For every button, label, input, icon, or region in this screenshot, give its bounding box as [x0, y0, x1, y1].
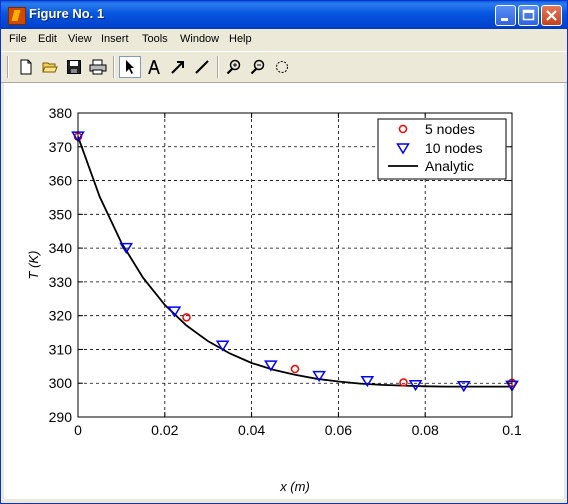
- new-file-icon: [20, 59, 32, 75]
- y-tick-label: 310: [49, 341, 73, 357]
- edit-plot-button[interactable]: [119, 56, 141, 78]
- toolbar: [1, 51, 567, 83]
- zoom-in-button[interactable]: [223, 56, 245, 78]
- x-tick-label: 0.1: [502, 422, 522, 438]
- rotate-3d-icon: [276, 61, 288, 73]
- y-tick-label: 340: [49, 240, 73, 256]
- open-file-button[interactable]: [39, 56, 61, 78]
- insert-arrow-button[interactable]: [167, 56, 189, 78]
- zoom-out-icon: [250, 59, 265, 75]
- close-icon: [546, 10, 557, 21]
- print-button[interactable]: [87, 56, 109, 78]
- title-bar[interactable]: Figure No. 1: [1, 1, 567, 29]
- toolbar-separator: [7, 56, 9, 78]
- legend-5-nodes-label: 5 nodes: [425, 121, 475, 137]
- zoom-in-icon: [226, 59, 241, 75]
- y-tick-label: 350: [49, 206, 73, 222]
- plot-svg: 0 0.02 0.04 0.06 0.08 0.1 290 300 310 320 330 340 35…: [26, 105, 522, 494]
- matlab-icon: [8, 7, 26, 25]
- insert-text-button[interactable]: [143, 56, 165, 78]
- minimize-icon: [501, 18, 508, 21]
- close-button[interactable]: [541, 5, 562, 26]
- menu-insert[interactable]: Insert: [101, 33, 129, 45]
- x-tick-label: 0.06: [325, 422, 352, 438]
- y-tick-label: 330: [49, 274, 73, 290]
- new-file-button[interactable]: [15, 56, 37, 78]
- y-tick-label: 380: [49, 105, 73, 121]
- y-tick-label: 300: [49, 375, 73, 391]
- minimize-button[interactable]: [495, 5, 516, 26]
- figure-window: Figure No. 1 File Edit View Insert Tools…: [0, 0, 568, 504]
- legend[interactable]: 5 nodes 10 nodes Analytic: [377, 118, 507, 180]
- x-tick-label: 0.08: [412, 422, 439, 438]
- menu-file[interactable]: File: [9, 33, 27, 45]
- menu-edit[interactable]: Edit: [38, 33, 57, 45]
- save-icon: [67, 60, 81, 74]
- x-axis-label: x (m): [279, 479, 310, 494]
- insert-line-button[interactable]: [191, 56, 213, 78]
- insert-line-icon: [195, 60, 209, 74]
- x-tick-label: 0.02: [151, 422, 178, 438]
- rotate-3d-button[interactable]: [271, 56, 293, 78]
- menu-tools[interactable]: Tools: [142, 33, 168, 45]
- maximize-button[interactable]: [518, 5, 539, 26]
- insert-text-icon: [148, 60, 160, 75]
- window-title: Figure No. 1: [29, 6, 105, 21]
- print-icon: [89, 59, 107, 75]
- save-button[interactable]: [63, 56, 85, 78]
- zoom-out-button[interactable]: [247, 56, 269, 78]
- y-tick-label: 290: [49, 409, 73, 425]
- toolbar-separator: [217, 56, 219, 78]
- legend-analytic-label: Analytic: [425, 158, 474, 174]
- y-tick-label: 370: [49, 139, 73, 155]
- menu-window[interactable]: Window: [180, 33, 219, 45]
- y-tick-label: 320: [49, 308, 73, 324]
- y-tick-label: 360: [49, 173, 73, 189]
- menu-bar: File Edit View Insert Tools Window Help: [1, 29, 567, 50]
- legend-10-nodes-label: 10 nodes: [425, 140, 483, 156]
- toolbar-separator: [113, 56, 115, 78]
- maximize-icon: [522, 9, 535, 21]
- open-folder-icon: [42, 62, 58, 73]
- y-axis-label: T (K): [26, 251, 41, 280]
- figure-canvas[interactable]: 0 0.02 0.04 0.06 0.08 0.1 290 300 310 320 330 340 35…: [4, 83, 564, 499]
- x-tick-label: 0.04: [238, 422, 265, 438]
- menu-view[interactable]: View: [68, 33, 92, 45]
- menu-help[interactable]: Help: [229, 33, 252, 45]
- edit-plot-arrow-icon: [126, 60, 134, 74]
- insert-arrow-icon: [171, 61, 184, 74]
- x-tick-label: 0: [74, 422, 82, 438]
